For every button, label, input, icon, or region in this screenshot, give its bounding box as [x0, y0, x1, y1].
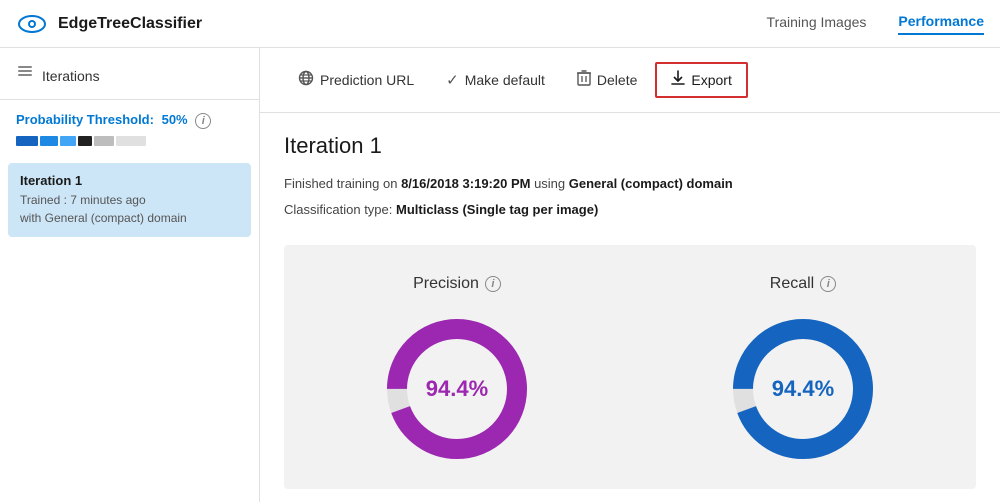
- main-layout: Iterations Probability Threshold: 50% i …: [0, 48, 1000, 502]
- iteration-name: Iteration 1: [20, 173, 239, 188]
- recall-value: 94.4%: [772, 376, 834, 402]
- nav-training-images[interactable]: Training Images: [767, 14, 867, 34]
- precision-donut: 94.4%: [377, 309, 537, 469]
- delete-icon: [577, 70, 591, 90]
- precision-block: Precision i 94.4%: [284, 265, 630, 479]
- iteration-title: Iteration 1: [284, 133, 976, 159]
- export-icon: [671, 70, 685, 90]
- precision-label: Precision i: [413, 275, 501, 293]
- content-area: Prediction URL ✓ Make default Delete: [260, 48, 1000, 502]
- probability-threshold-section: Probability Threshold: 50% i: [0, 100, 259, 155]
- bar-seg-4: [78, 136, 92, 146]
- recall-label: Recall i: [770, 275, 836, 293]
- sidebar-header: Iterations: [0, 48, 259, 100]
- bar-seg-5: [94, 136, 114, 146]
- prob-threshold-label: Probability Threshold: 50% i: [16, 112, 243, 129]
- bar-seg-1: [16, 136, 38, 146]
- app-logo: [16, 8, 48, 40]
- globe-icon: [298, 70, 314, 90]
- metrics-area: Precision i 94.4% Recall: [284, 245, 976, 489]
- make-default-button[interactable]: ✓ Make default: [432, 65, 559, 95]
- iteration-detail-line1: Trained : 7 minutes ago: [20, 191, 239, 209]
- precision-info-icon[interactable]: i: [485, 276, 501, 292]
- layers-icon: [16, 64, 34, 87]
- top-nav: EdgeTreeClassifier Training Images Perfo…: [0, 0, 1000, 48]
- toolbar: Prediction URL ✓ Make default Delete: [260, 48, 1000, 113]
- prob-info-icon[interactable]: i: [195, 113, 211, 129]
- precision-value: 94.4%: [426, 376, 488, 402]
- bar-seg-6: [116, 136, 146, 146]
- iteration-item[interactable]: Iteration 1 Trained : 7 minutes ago with…: [8, 163, 251, 237]
- iteration-detail-line2: with General (compact) domain: [20, 209, 239, 227]
- iteration-content: Iteration 1 Finished training on 8/16/20…: [260, 113, 1000, 245]
- recall-donut: 94.4%: [723, 309, 883, 469]
- nav-links: Training Images Performance: [767, 13, 984, 35]
- delete-button[interactable]: Delete: [563, 64, 651, 96]
- recall-info-icon[interactable]: i: [820, 276, 836, 292]
- recall-block: Recall i 94.4%: [630, 265, 976, 479]
- iterations-label: Iterations: [42, 68, 100, 84]
- iter-info-line2: Classification type: Multiclass (Single …: [284, 199, 976, 221]
- bar-seg-2: [40, 136, 58, 146]
- nav-performance[interactable]: Performance: [898, 13, 984, 35]
- prediction-url-button[interactable]: Prediction URL: [284, 64, 428, 96]
- bar-seg-3: [60, 136, 76, 146]
- iter-info-line1: Finished training on 8/16/2018 3:19:20 P…: [284, 173, 976, 195]
- export-button[interactable]: Export: [655, 62, 747, 98]
- app-title: EdgeTreeClassifier: [58, 15, 767, 33]
- prob-bar: [16, 135, 243, 147]
- checkmark-icon: ✓: [446, 71, 459, 89]
- sidebar: Iterations Probability Threshold: 50% i …: [0, 48, 260, 502]
